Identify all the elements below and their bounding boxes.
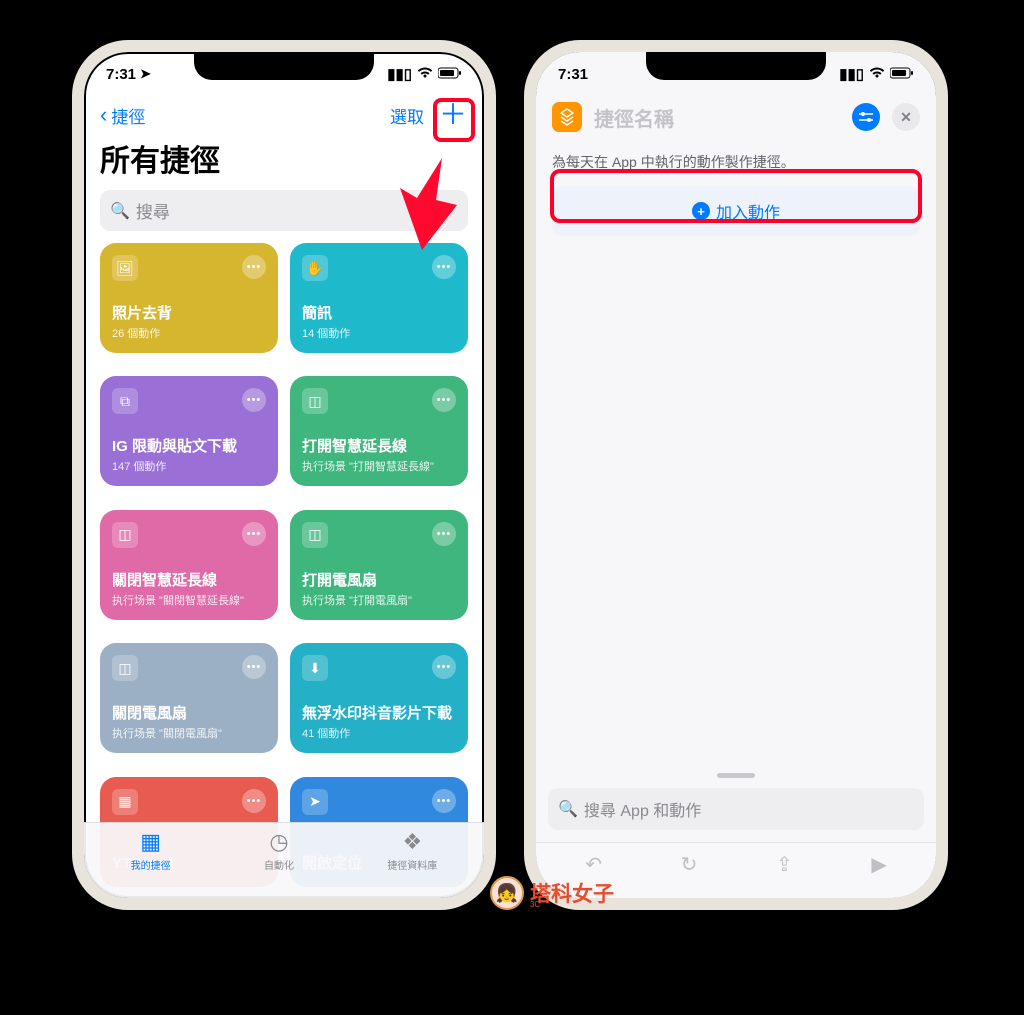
shortcut-tile[interactable]: ◫ ••• 關閉智慧延長線 执行场景 "關閉智慧延長線" <box>100 510 278 620</box>
tile-more-button[interactable]: ••• <box>242 388 266 412</box>
tile-more-button[interactable]: ••• <box>242 522 266 546</box>
share-button[interactable]: ⇪ <box>776 852 793 877</box>
tab-automation[interactable]: ◷ 自動化 <box>264 829 294 898</box>
tab-label: 捷徑資料庫 <box>387 857 437 872</box>
phone-frame-right: 7:31 ▮▮▯ 捷徑名稱 ✕ 為每天在 App 中執 <box>524 40 948 910</box>
search-placeholder: 搜尋 <box>136 198 170 223</box>
redo-button[interactable]: ↻ <box>681 852 698 877</box>
tile-more-button[interactable]: ••• <box>242 655 266 679</box>
grid-icon: ▦ <box>140 829 161 855</box>
nav-bar: ‹ 捷徑 選取 ＋ <box>84 96 484 136</box>
close-button[interactable]: ✕ <box>892 103 920 131</box>
wifi-icon <box>869 66 885 83</box>
shortcut-tile[interactable]: ◫ ••• 關閉電風扇 执行场景 "關閉電風扇" <box>100 643 278 753</box>
tile-icon: ◫ <box>112 655 138 681</box>
tile-more-button[interactable]: ••• <box>242 789 266 813</box>
tile-icon: ✋ <box>302 255 328 281</box>
search-icon: 🔍 <box>110 201 130 221</box>
editor-body: 為每天在 App 中執行的動作製作捷徑。 + 加入動作 <box>536 142 936 898</box>
tile-title: 關閉電風扇 <box>112 705 266 723</box>
shortcut-tile[interactable]: ✋ ••• 簡訊 14 個動作 <box>290 243 468 353</box>
editor-nav: 捷徑名稱 ✕ <box>536 96 936 142</box>
screen-left: 7:31 ➤ ▮▮▯ ‹ 捷徑 選取 ＋ <box>84 52 484 898</box>
battery-icon <box>438 66 462 83</box>
watermark-avatar-icon: 👧 <box>490 876 524 910</box>
tile-more-button[interactable]: ••• <box>432 522 456 546</box>
settings-button[interactable] <box>852 103 880 131</box>
tile-subtitle: 41 個動作 <box>302 725 456 741</box>
battery-icon <box>890 66 914 83</box>
status-time: 7:31 <box>106 66 136 83</box>
tile-subtitle: 执行场景 "打開智慧延長線" <box>302 458 456 474</box>
undo-button[interactable]: ↶ <box>585 852 602 877</box>
tile-title: 無浮水印抖音影片下載 <box>302 705 456 723</box>
shortcut-tile[interactable]: 🖼 ••• 照片去背 26 個動作 <box>100 243 278 353</box>
watermark-sub: 3C <box>530 900 540 909</box>
chevron-left-icon: ‹ <box>100 102 107 128</box>
tab-my-shortcuts[interactable]: ▦ 我的捷徑 <box>131 829 171 898</box>
tile-more-button[interactable]: ••• <box>242 255 266 279</box>
shortcut-name-input[interactable]: 捷徑名稱 <box>594 103 840 132</box>
notch <box>646 52 826 80</box>
watermark: 👧 塔科女子 3C <box>490 876 614 910</box>
shortcut-tile[interactable]: ◫ ••• 打開電風扇 执行场景 "打開電風扇" <box>290 510 468 620</box>
clock-icon: ◷ <box>269 829 288 855</box>
tile-icon: 🖼 <box>112 255 138 281</box>
tile-title: 照片去背 <box>112 305 266 323</box>
search-input[interactable]: 🔍 搜尋 <box>100 190 468 231</box>
search-icon: 🔍 <box>558 799 578 819</box>
tile-more-button[interactable]: ••• <box>432 655 456 679</box>
tab-gallery[interactable]: ❖ 捷徑資料庫 <box>387 829 437 898</box>
search-placeholder: 搜尋 App 和動作 <box>584 797 701 821</box>
shortcut-tile[interactable]: ⬇ ••• 無浮水印抖音影片下載 41 個動作 <box>290 643 468 753</box>
wifi-icon <box>417 66 433 83</box>
shortcut-tile[interactable]: ⧉ ••• IG 限動與貼文下載 147 個動作 <box>100 376 278 486</box>
watermark-text: 塔科女子 <box>530 878 614 908</box>
tile-icon: ◫ <box>302 388 328 414</box>
tile-title: IG 限動與貼文下載 <box>112 438 266 456</box>
tab-bar: ▦ 我的捷徑 ◷ 自動化 ❖ 捷徑資料庫 <box>84 822 484 898</box>
tile-subtitle: 执行场景 "關閉智慧延長線" <box>112 592 266 608</box>
tile-subtitle: 14 個動作 <box>302 325 456 341</box>
signal-icon: ▮▮▯ <box>839 65 864 83</box>
tile-subtitle: 26 個動作 <box>112 325 266 341</box>
shortcuts-grid: 🖼 ••• 照片去背 26 個動作 ✋ ••• 簡訊 14 個動作 ⧉ ••• … <box>84 243 484 898</box>
tile-subtitle: 147 個動作 <box>112 458 266 474</box>
shortcut-tile[interactable]: ◫ ••• 打開智慧延長線 执行场景 "打開智慧延長線" <box>290 376 468 486</box>
tile-subtitle: 执行场景 "關閉電風扇" <box>112 725 266 741</box>
play-button[interactable]: ▶ <box>871 852 886 877</box>
tile-more-button[interactable]: ••• <box>432 789 456 813</box>
tile-title: 打開電風扇 <box>302 572 456 590</box>
action-search-input[interactable]: 🔍 搜尋 App 和動作 <box>548 788 924 830</box>
tab-label: 我的捷徑 <box>131 857 171 872</box>
notch <box>194 52 374 80</box>
tile-title: 簡訊 <box>302 305 456 323</box>
stack-icon: ❖ <box>402 829 422 855</box>
annotation-highlight-plus <box>433 98 475 142</box>
page-title: 所有捷徑 <box>84 136 484 190</box>
tile-more-button[interactable]: ••• <box>432 388 456 412</box>
back-button[interactable]: ‹ 捷徑 <box>100 102 145 128</box>
status-time: 7:31 <box>558 66 588 83</box>
tile-icon: ◫ <box>112 522 138 548</box>
tab-label: 自動化 <box>264 857 294 872</box>
select-button[interactable]: 選取 <box>390 103 424 128</box>
signal-icon: ▮▮▯ <box>387 65 412 83</box>
tile-icon: ⧉ <box>112 388 138 414</box>
tile-title: 打開智慧延長線 <box>302 438 456 456</box>
tile-icon: ◫ <box>302 522 328 548</box>
back-label: 捷徑 <box>111 103 145 128</box>
phone-frame-left: 7:31 ➤ ▮▮▯ ‹ 捷徑 選取 ＋ <box>72 40 496 910</box>
annotation-highlight-add-action <box>550 169 922 223</box>
shortcut-app-icon[interactable] <box>552 102 582 132</box>
tile-more-button[interactable]: ••• <box>432 255 456 279</box>
sheet-grabber[interactable] <box>717 773 755 778</box>
tile-icon: ➤ <box>302 789 328 815</box>
tile-title: 關閉智慧延長線 <box>112 572 266 590</box>
location-icon: ➤ <box>140 66 151 82</box>
screen-right: 7:31 ▮▮▯ 捷徑名稱 ✕ 為每天在 App 中執 <box>536 52 936 898</box>
tile-subtitle: 执行场景 "打開電風扇" <box>302 592 456 608</box>
tile-icon: ▦ <box>112 789 138 815</box>
tile-icon: ⬇ <box>302 655 328 681</box>
